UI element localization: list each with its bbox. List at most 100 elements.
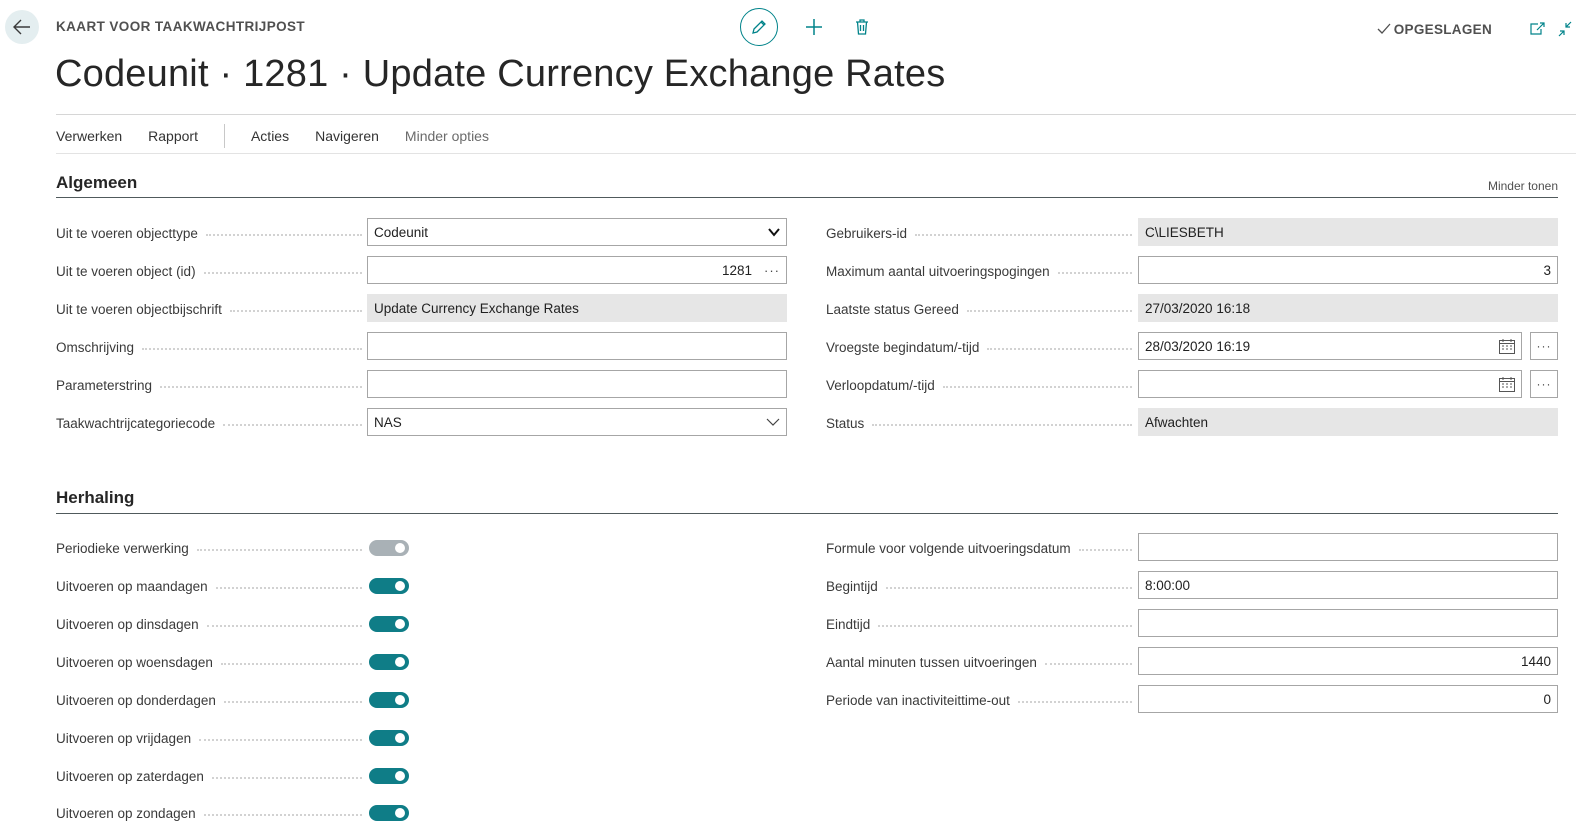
gebruikers-id-field: C\LIESBETH (1138, 218, 1558, 246)
calendar-icon[interactable] (1499, 339, 1515, 354)
action-verwerken[interactable]: Verwerken (56, 128, 122, 144)
vroegste-begin-input[interactable]: 28/03/2020 16:19 (1138, 332, 1522, 360)
field-laatste-status: Laatste status Gereed (826, 295, 1138, 323)
field-inactiviteit: Periode van inactiviteittime-out (826, 686, 1138, 714)
toggle-knob (395, 581, 405, 591)
field-woensdagen: Uitvoeren op woensdagen (56, 648, 368, 676)
field-label: Periode van inactiviteittime-out (826, 692, 1138, 708)
field-label: Vroegste begindatum/-tijd (826, 339, 1138, 355)
field-label: Parameterstring (56, 377, 368, 393)
toggle-knob (395, 619, 405, 629)
field-label: Uitvoeren op donderdagen (56, 692, 368, 708)
calendar-icon[interactable] (1499, 377, 1515, 392)
objectbijschrift-value: Update Currency Exchange Rates (374, 300, 579, 316)
field-omschrijving: Omschrijving (56, 333, 368, 361)
dinsdagen-toggle[interactable] (369, 616, 409, 632)
field-parameterstring: Parameterstring (56, 371, 368, 399)
zondagen-toggle[interactable] (369, 805, 409, 821)
field-label: Uitvoeren op vrijdagen (56, 730, 368, 746)
field-label: Uitvoeren op dinsdagen (56, 616, 368, 632)
begintijd-input[interactable]: 8:00:00 (1138, 571, 1558, 599)
aantal-minuten-input[interactable]: 1440 (1138, 647, 1558, 675)
title-divider (56, 114, 1576, 115)
action-rapport[interactable]: Rapport (148, 128, 198, 144)
eindtijd-input[interactable] (1138, 609, 1558, 637)
omschrijving-input[interactable] (367, 332, 787, 360)
field-label: Aantal minuten tussen uitvoeringen (826, 654, 1138, 670)
checkmark-icon (1377, 23, 1391, 34)
field-objecttype: Uit te voeren objecttype (56, 219, 368, 247)
show-less-link[interactable]: Minder tonen (1488, 179, 1558, 193)
field-label: Omschrijving (56, 339, 368, 355)
max-pogingen-value: 3 (1543, 262, 1551, 278)
field-label: Maximum aantal uitvoeringspogingen (826, 263, 1138, 279)
field-eindtijd: Eindtijd (826, 610, 1138, 638)
field-label: Uitvoeren op woensdagen (56, 654, 368, 670)
verloopdatum-input[interactable] (1138, 370, 1522, 398)
field-label: Taakwachtrijcategoriecode (56, 415, 368, 431)
field-gebruikers-id: Gebruikers-id (826, 219, 1138, 247)
object-id-value: 1281 (721, 262, 752, 278)
saved-status: OPGESLAGEN (1377, 22, 1492, 37)
trash-icon (856, 19, 868, 35)
field-maandagen: Uitvoeren op maandagen (56, 572, 368, 600)
max-pogingen-input[interactable]: 3 (1138, 256, 1558, 284)
back-button[interactable] (5, 10, 39, 44)
page-actions (740, 8, 875, 46)
woensdagen-toggle[interactable] (369, 654, 409, 670)
delete-button[interactable] (849, 14, 875, 40)
field-donderdagen: Uitvoeren op donderdagen (56, 686, 368, 714)
section-herhaling-title[interactable]: Herhaling (56, 488, 134, 508)
action-acties[interactable]: Acties (251, 128, 289, 144)
formule-input[interactable] (1138, 533, 1558, 561)
verloopdatum-more-button[interactable]: ··· (1530, 370, 1558, 398)
field-begintijd: Begintijd (826, 572, 1138, 600)
inactiviteit-input[interactable]: 0 (1138, 685, 1558, 713)
periodieke-verwerking-toggle[interactable] (369, 540, 409, 556)
field-label: Uit te voeren objecttype (56, 225, 368, 241)
open-new-window-button[interactable] (1524, 16, 1550, 42)
section-herhaling-divider (56, 513, 1558, 514)
collapse-button[interactable] (1558, 16, 1576, 42)
field-label: Uit te voeren objectbijschrift (56, 301, 368, 317)
action-minder-opties[interactable]: Minder opties (405, 128, 489, 144)
field-label: Eindtijd (826, 616, 1138, 632)
begintijd-value: 8:00:00 (1145, 577, 1191, 593)
vroegste-begin-more-button[interactable]: ··· (1530, 332, 1558, 360)
toggle-knob (395, 695, 405, 705)
field-zondagen: Uitvoeren op zondagen (56, 799, 368, 827)
objectbijschrift-field: Update Currency Exchange Rates (367, 294, 787, 322)
section-algemeen-divider (56, 197, 1558, 198)
field-label: Begintijd (826, 578, 1138, 594)
objecttype-select[interactable]: Codeunit (367, 218, 787, 246)
lookup-ellipsis-icon[interactable]: ··· (764, 263, 780, 278)
zaterdagen-toggle[interactable] (369, 768, 409, 784)
object-id-field[interactable]: 1281 ··· (367, 256, 787, 284)
saved-label: OPGESLAGEN (1393, 21, 1492, 37)
collapse-icon (1558, 21, 1572, 37)
section-algemeen-title[interactable]: Algemeen (56, 173, 137, 193)
arrow-left-icon (13, 19, 30, 35)
new-button[interactable] (801, 14, 827, 40)
field-vrijdagen: Uitvoeren op vrijdagen (56, 724, 368, 752)
aantal-minuten-value: 1440 (1520, 653, 1551, 669)
chevron-down-icon (768, 228, 780, 237)
donderdagen-toggle[interactable] (369, 692, 409, 708)
laatste-status-field: 27/03/2020 16:18 (1138, 294, 1558, 322)
status-value: Afwachten (1145, 414, 1209, 430)
pencil-icon (752, 20, 766, 34)
toggle-knob (395, 657, 405, 667)
maandagen-toggle[interactable] (369, 578, 409, 594)
vrijdagen-toggle[interactable] (369, 730, 409, 746)
field-label: Uitvoeren op zondagen (56, 805, 368, 821)
field-periodieke-verwerking: Periodieke verwerking (56, 534, 368, 562)
toggle-knob (395, 733, 405, 743)
action-bar-divider (56, 153, 1576, 154)
categoriecode-combo[interactable]: NAS (367, 408, 787, 436)
field-formule: Formule voor volgende uitvoeringsdatum (826, 534, 1138, 562)
action-navigeren[interactable]: Navigeren (315, 128, 379, 144)
field-objectbijschrift: Uit te voeren objectbijschrift (56, 295, 368, 323)
edit-button[interactable] (740, 8, 778, 46)
parameterstring-input[interactable] (367, 370, 787, 398)
chevron-down-icon[interactable] (766, 417, 780, 427)
